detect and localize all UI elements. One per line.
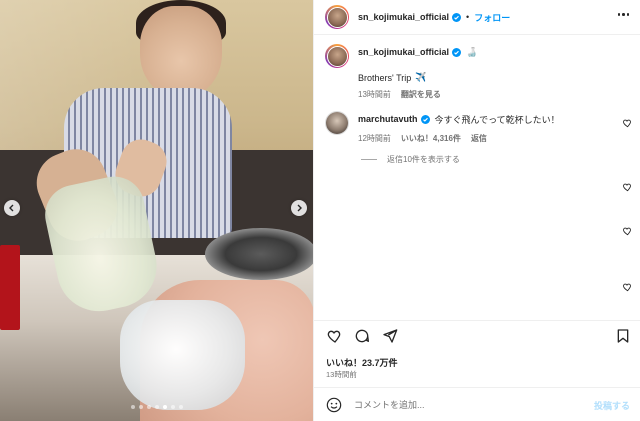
comment-composer: コメントを追加... 投稿する <box>314 387 640 421</box>
translate-link[interactable]: 翻訳を見る <box>401 89 441 100</box>
verified-icon <box>420 114 430 124</box>
comment: marchutavuth 今すぐ飛んでって乾杯したい！ 12時間前 いいね！4,… <box>325 111 635 144</box>
commenter-avatar[interactable] <box>325 111 349 135</box>
comment-icon[interactable] <box>354 328 370 344</box>
caption-text-line: Brothers' Trip ✈️ <box>358 72 477 83</box>
caption-author-line: sn_kojimukai_official 🍶 <box>358 44 477 60</box>
sake-emoji: 🍶 <box>466 46 478 57</box>
bookmark-icon <box>617 329 629 343</box>
post-likes[interactable]: いいね！23.7万件 <box>326 356 398 369</box>
post-header: sn_kojimukai_official • フォロー <box>314 0 640 35</box>
action-icons <box>326 328 398 344</box>
post-photo[interactable] <box>0 0 313 421</box>
heart-icon[interactable] <box>326 328 342 344</box>
carousel-prev-button[interactable] <box>4 200 20 216</box>
verified-icon <box>452 47 462 57</box>
caption-avatar[interactable] <box>325 44 349 68</box>
post-comment-button[interactable]: 投稿する <box>594 399 630 412</box>
caption-time[interactable]: 13時間前 <box>358 89 391 100</box>
caption-text: Brothers' Trip <box>358 72 412 83</box>
photo-sake-cup-right <box>120 300 245 410</box>
avatar[interactable] <box>325 5 349 29</box>
caption: sn_kojimukai_official 🍶 Brothers' Trip ✈… <box>325 44 477 100</box>
heart-icon[interactable] <box>622 226 632 236</box>
caption-meta: 13時間前 翻訳を見る <box>358 89 477 100</box>
photo-person-head <box>140 6 222 98</box>
comment-text: 今すぐ飛んでって乾杯したい！ <box>434 114 560 125</box>
carousel-dot <box>170 405 175 409</box>
heart-icon[interactable] <box>622 118 632 128</box>
photo-red-cup <box>0 245 20 330</box>
replies-divider <box>361 159 377 160</box>
comment-likes[interactable]: いいね！4,316件 <box>401 133 461 144</box>
view-replies-button[interactable]: 返信10件を表示する <box>361 154 460 165</box>
smiley-icon[interactable] <box>326 397 342 413</box>
post-sidebar: sn_kojimukai_official • フォロー sn_kojimuka… <box>313 0 640 421</box>
caption-username[interactable]: sn_kojimukai_official <box>358 47 449 57</box>
comment-meta: 12時間前 いいね！4,316件 返信 <box>358 133 560 144</box>
reply-button[interactable]: 返信 <box>471 133 487 144</box>
caption-body: sn_kojimukai_official 🍶 Brothers' Trip ✈… <box>358 44 477 100</box>
comment-time[interactable]: 12時間前 <box>358 133 391 144</box>
post-time[interactable]: 13時間前 <box>326 369 357 380</box>
chevron-left-icon <box>9 204 14 212</box>
photo-grill <box>205 228 313 280</box>
carousel-dot <box>154 405 159 409</box>
commenter-username[interactable]: marchutavuth <box>358 114 418 124</box>
carousel-dot <box>146 405 151 409</box>
heart-icon[interactable] <box>622 182 632 192</box>
send-icon[interactable] <box>382 328 398 344</box>
verified-icon <box>452 12 462 22</box>
carousel-dot <box>138 405 143 409</box>
header-separator: • <box>466 12 470 22</box>
carousel-dot <box>162 405 167 409</box>
instagram-post-modal: sn_kojimukai_official • フォロー sn_kojimuka… <box>0 0 640 421</box>
post-actions: いいね！23.7万件 13時間前 コメントを追加... 投稿する <box>314 320 640 420</box>
carousel-dot <box>178 405 183 409</box>
author-username[interactable]: sn_kojimukai_official <box>358 12 449 22</box>
carousel-dot <box>130 405 135 409</box>
comment-text-line: marchutavuth 今すぐ飛んでって乾杯したい！ <box>358 111 560 127</box>
heart-icon[interactable] <box>622 282 632 292</box>
save-button[interactable] <box>615 328 631 346</box>
comment-input[interactable]: コメントを追加... <box>354 398 425 411</box>
more-horizontal-icon[interactable] <box>617 13 629 16</box>
view-replies-label: 返信10件を表示する <box>387 155 460 164</box>
follow-button[interactable]: フォロー <box>474 11 510 24</box>
comment-body: marchutavuth 今すぐ飛んでって乾杯したい！ 12時間前 いいね！4,… <box>358 111 560 144</box>
airplane-emoji: ✈️ <box>415 72 427 82</box>
chevron-right-icon <box>297 204 302 212</box>
carousel-indicator <box>0 405 313 409</box>
carousel-next-button[interactable] <box>291 200 307 216</box>
